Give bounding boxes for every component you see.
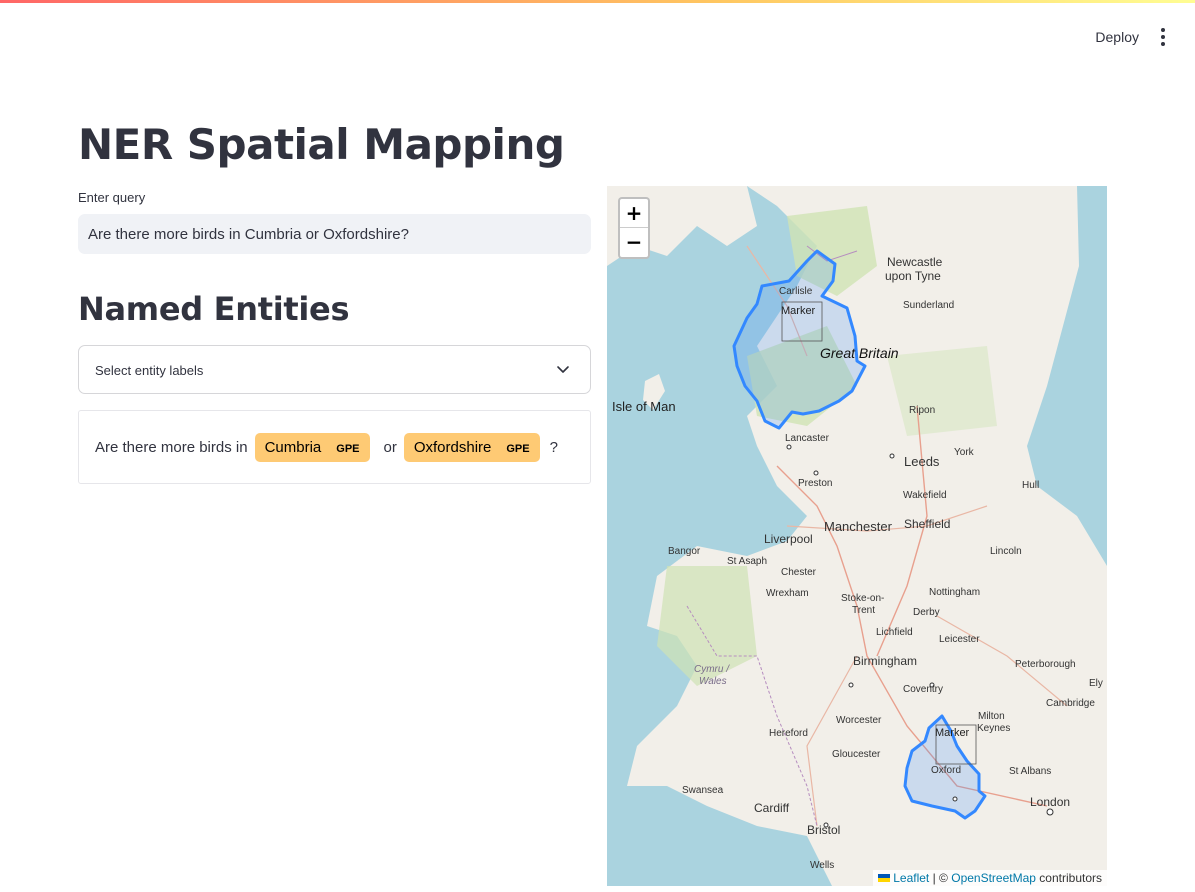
zoom-control: + − [618,197,650,259]
place-label: Cambridge [1046,698,1095,709]
named-entities-title: Named Entities [78,290,350,328]
leaflet-map[interactable]: Newcastle upon Tyne Carlisle Sunderland … [607,186,1107,886]
entity-text: Cumbria [264,438,322,456]
ukraine-flag-icon [878,874,891,882]
entity-label: GPE [506,442,530,455]
sentence-text: Are there more birds in [95,438,248,456]
place-label: Carlisle [779,286,813,297]
place-label: Trent [852,605,875,616]
attribution-suffix: contributors [1039,871,1102,885]
map-tiles[interactable]: Newcastle upon Tyne Carlisle Sunderland … [607,186,1107,886]
place-label: Lichfield [876,627,913,638]
place-label: Newcastle [887,255,943,269]
place-label: Great Britain [820,345,899,361]
place-label: upon Tyne [885,269,941,283]
place-label: Lincoln [990,546,1022,557]
place-label: Worcester [836,715,882,726]
ner-result-box: Are there more birds in Cumbria GPE or O… [78,410,591,484]
place-label: Wakefield [903,490,947,501]
place-label: Bangor [668,546,701,557]
query-input[interactable] [78,214,591,254]
place-label: Derby [913,607,940,618]
place-label: St Asaph [727,556,767,567]
place-label: Wales [699,676,727,687]
place-label: Chester [781,567,817,578]
map-attribution: Leaflet | © OpenStreetMap contributors [873,870,1107,886]
place-label: St Albans [1009,766,1051,777]
more-vertical-icon[interactable] [1151,25,1175,49]
place-label: Preston [798,478,832,489]
place-label: Cymru / [694,664,730,675]
entity-highlight-oxfordshire: Oxfordshire GPE [403,432,540,462]
place-label: Isle of Man [612,399,676,414]
place-label: Wells [810,860,834,871]
place-label: Cardiff [754,801,790,815]
place-label: Hereford [769,728,808,739]
place-label: Gloucester [832,749,881,760]
place-label: Sheffield [904,517,950,531]
place-label: Coventry [903,684,943,695]
openstreetmap-link[interactable]: OpenStreetMap [951,871,1036,885]
attribution-separator: | © [932,871,948,885]
query-label: Enter query [78,190,146,205]
place-label: Peterborough [1015,659,1076,670]
place-label: Birmingham [853,654,917,668]
place-label: Ely [1089,678,1103,689]
place-label: Lancaster [785,433,830,444]
place-label: Manchester [824,519,893,534]
app-header: Deploy [0,3,1195,63]
entity-label: GPE [336,442,360,455]
place-label: Keynes [977,723,1010,734]
place-label: Stoke-on- [841,593,884,604]
deploy-button[interactable]: Deploy [1089,27,1145,47]
place-label: Wrexham [766,588,809,599]
entity-text: Oxfordshire [413,438,492,456]
place-label: Swansea [682,785,724,796]
select-placeholder: Select entity labels [95,363,204,378]
place-label: Liverpool [764,532,813,546]
marker-label: Marker [781,305,816,317]
chevron-down-icon [557,366,569,373]
place-label: Ripon [909,405,935,416]
zoom-in-button[interactable]: + [620,199,648,228]
zoom-out-button[interactable]: − [620,228,648,257]
page-title: NER Spatial Mapping [78,120,565,169]
entity-label-select[interactable]: Select entity labels [78,345,591,394]
place-label: Milton [978,711,1005,722]
entity-highlight-cumbria: Cumbria GPE [254,432,370,462]
place-label: Leeds [904,454,940,469]
leaflet-link[interactable]: Leaflet [893,871,929,885]
place-label: Bristol [807,823,840,837]
place-label: Sunderland [903,300,954,311]
place-label: Oxford [931,765,961,776]
sentence-text: ? [549,438,558,456]
place-label: Nottingham [929,587,980,598]
place-label: Hull [1022,480,1039,491]
sentence-text: or [383,438,397,456]
place-label: York [954,447,975,458]
marker-label: Marker [935,727,970,739]
place-label: Leicester [939,634,980,645]
place-label: London [1030,795,1070,809]
